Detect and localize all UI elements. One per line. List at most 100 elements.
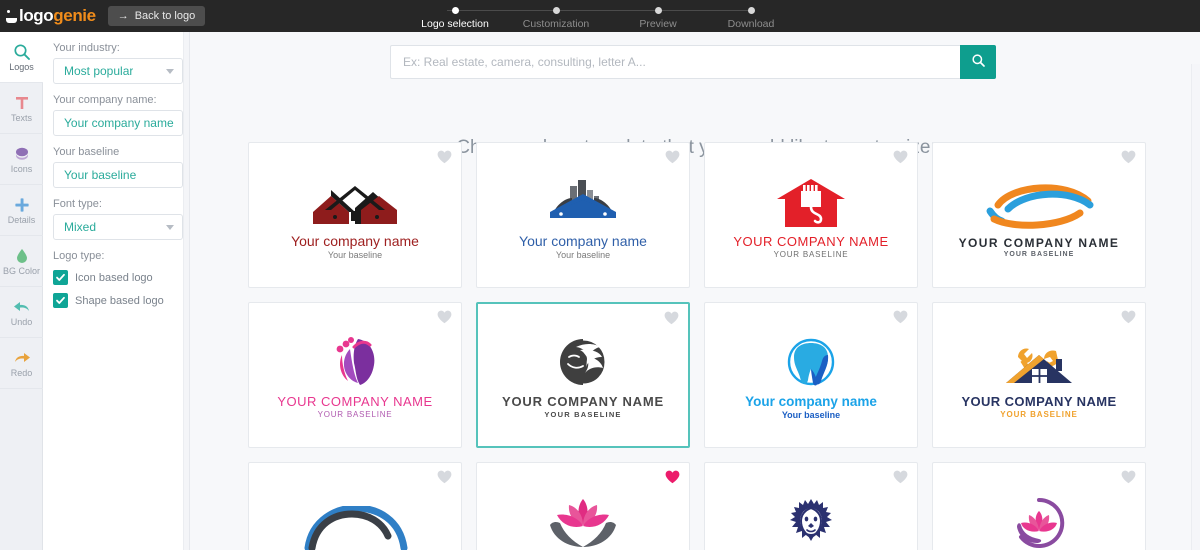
logo-template-card[interactable]: Your company nameYour baseline xyxy=(704,462,918,550)
sidebar-item-redo[interactable]: Redo xyxy=(0,338,43,389)
logo-preview: YOUR COMPANY NAMEYOUR BASELINE xyxy=(249,303,461,447)
logo-baseline: Your baseline xyxy=(327,250,383,260)
baseline-value: Your baseline xyxy=(64,168,137,182)
logo-template-card[interactable]: Your company nameYour baseline xyxy=(476,142,690,288)
logo-baseline: Your baseline xyxy=(781,409,841,420)
tool-rail: Logos Texts Icons Details BG Color Undo xyxy=(0,32,43,550)
industry-label: Your industry: xyxy=(53,42,120,54)
logo-preview: YOUR COMPANY NAMEYOUR BASELINE xyxy=(477,463,689,550)
logo-preview: Your company nameYour baseline xyxy=(249,143,461,287)
logo-template-card[interactable]: YOUR COMPANY NAMEYOUR BASELINE xyxy=(932,142,1146,288)
logo-baseline: YOUR BASELINE xyxy=(773,250,849,259)
company-name-input[interactable]: Your company name xyxy=(53,110,183,136)
logo-template-card[interactable]: YOUR COMPANY NAMEYOUR BASELINE xyxy=(476,462,690,550)
step-label: Customization xyxy=(522,18,590,30)
logo-preview: YOUR COMPANY NAMEYOUR BASELINE xyxy=(705,143,917,287)
checkbox-label: Icon based logo xyxy=(75,271,153,284)
font-type-select[interactable]: Mixed xyxy=(53,214,183,240)
sidebar-item-label: Texts xyxy=(10,113,32,123)
step-download[interactable]: Download xyxy=(706,4,796,30)
logo-baseline: Your baseline xyxy=(555,250,611,260)
step-dot-icon xyxy=(451,7,459,14)
logo-baseline: YOUR BASELINE xyxy=(1003,250,1075,258)
undo-arrow-icon xyxy=(12,297,32,317)
sidebar-item-label: Logos xyxy=(9,62,34,72)
company-name-label: Your company name: xyxy=(53,94,157,106)
sidebar-item-icons[interactable]: Icons xyxy=(0,134,43,185)
logo-options-panel: Your industry: Most popular Your company… xyxy=(43,32,190,550)
logo-template-card[interactable]: YOUR COMPANY NAMEYOUR BASELINE xyxy=(248,302,462,448)
progress-steps: Logo selection Customization Preview Dow… xyxy=(410,4,790,32)
back-to-logo-button[interactable]: → Back to logo xyxy=(107,6,206,26)
logo-baseline: YOUR BASELINE xyxy=(544,410,622,419)
logo-type-label: Logo type: xyxy=(53,250,105,262)
house-brush-icon xyxy=(775,175,847,229)
lion-head-icon xyxy=(783,495,839,549)
lion-circle-icon xyxy=(554,335,612,389)
step-dot-icon xyxy=(654,7,662,14)
step-logo-selection[interactable]: Logo selection xyxy=(410,4,500,30)
chevron-down-icon xyxy=(166,225,174,230)
logo-preview: Your company nameYour baseline xyxy=(477,143,689,287)
logo-baseline: YOUR BASELINE xyxy=(1000,410,1078,419)
brand-name-first: logo xyxy=(19,6,54,25)
logo-preview: Your company nameYour baseline xyxy=(705,463,917,550)
text-t-icon xyxy=(13,93,31,113)
logo-mark-icon xyxy=(6,9,17,23)
logo-preview: YOUR COMPANY NAMEYOUR BASELINE xyxy=(249,463,461,550)
logo-template-card[interactable]: YOUR COMPANY NAMEYOUR BASELINE xyxy=(932,302,1146,448)
logo-company-name: YOUR COMPANY NAME xyxy=(961,394,1117,409)
checkbox-icon-based-logo[interactable]: Icon based logo xyxy=(53,270,190,285)
sidebar-item-label: Undo xyxy=(10,317,33,327)
industry-select[interactable]: Most popular xyxy=(53,58,183,84)
tooth-icon xyxy=(780,335,842,389)
redo-arrow-icon xyxy=(12,348,32,368)
app-logo[interactable]: logo genie xyxy=(6,6,96,26)
step-label: Logo selection xyxy=(421,18,489,30)
logo-company-name: Your company name xyxy=(291,233,419,249)
logo-preview: YOUR COMPANY NAMEYOUR BASELINE xyxy=(933,143,1145,287)
step-label: Download xyxy=(727,18,775,30)
logo-baseline: YOUR BASELINE xyxy=(317,410,393,419)
sidebar-item-label: Details xyxy=(7,215,36,225)
main-scrollbar[interactable] xyxy=(1191,64,1200,550)
panel-scrollbar[interactable] xyxy=(183,32,190,550)
back-to-logo-label: Back to logo xyxy=(134,10,196,22)
sidebar-item-undo[interactable]: Undo xyxy=(0,287,43,338)
checkbox-label: Shape based logo xyxy=(75,294,164,307)
step-customization[interactable]: Customization xyxy=(511,4,601,30)
search-button[interactable] xyxy=(960,45,996,79)
baseline-input[interactable]: Your baseline xyxy=(53,162,183,188)
logo-template-card[interactable]: Your company nameYour baseline xyxy=(248,142,462,288)
logo-template-card[interactable]: Your company nameYour baseline xyxy=(932,462,1146,550)
double-arc-icon xyxy=(290,496,420,550)
font-type-value: Mixed xyxy=(64,220,97,234)
logo-template-card[interactable]: Your company nameYour baseline xyxy=(704,302,918,448)
search-input[interactable] xyxy=(390,45,960,79)
logo-template-card[interactable]: YOUR COMPANY NAMEYOUR BASELINE xyxy=(476,302,690,448)
chevron-down-icon xyxy=(166,69,174,74)
sidebar-item-label: Icons xyxy=(10,164,33,174)
step-label: Preview xyxy=(639,18,677,30)
step-preview[interactable]: Preview xyxy=(613,4,703,30)
swoosh-arcs-icon xyxy=(964,177,1114,231)
font-type-label: Font type: xyxy=(53,198,102,210)
logo-preview: Your company nameYour baseline xyxy=(705,303,917,447)
logo-preview: YOUR COMPANY NAMEYOUR BASELINE xyxy=(933,303,1145,447)
logo-company-name: YOUR COMPANY NAME xyxy=(733,234,889,249)
search-bar xyxy=(390,45,996,79)
logo-template-card[interactable]: YOUR COMPANY NAMEYOUR BASELINE xyxy=(248,462,462,550)
step-dot-icon xyxy=(747,7,755,14)
checkbox-shape-based-logo[interactable]: Shape based logo xyxy=(53,293,190,308)
sidebar-item-details[interactable]: Details xyxy=(0,185,43,236)
shapes-icon xyxy=(13,144,31,164)
main-content: Choose a logo template that you would li… xyxy=(192,32,1200,550)
rooftops-icon xyxy=(299,174,411,228)
logo-company-name: Your company name xyxy=(745,393,877,409)
sidebar-item-logos[interactable]: Logos xyxy=(0,32,43,83)
sidebar-item-bg-color[interactable]: BG Color xyxy=(0,236,43,287)
logo-company-name: YOUR COMPANY NAME xyxy=(277,394,433,409)
city-house-icon xyxy=(528,174,638,228)
logo-template-card[interactable]: YOUR COMPANY NAMEYOUR BASELINE xyxy=(704,142,918,288)
sidebar-item-texts[interactable]: Texts xyxy=(0,83,43,134)
